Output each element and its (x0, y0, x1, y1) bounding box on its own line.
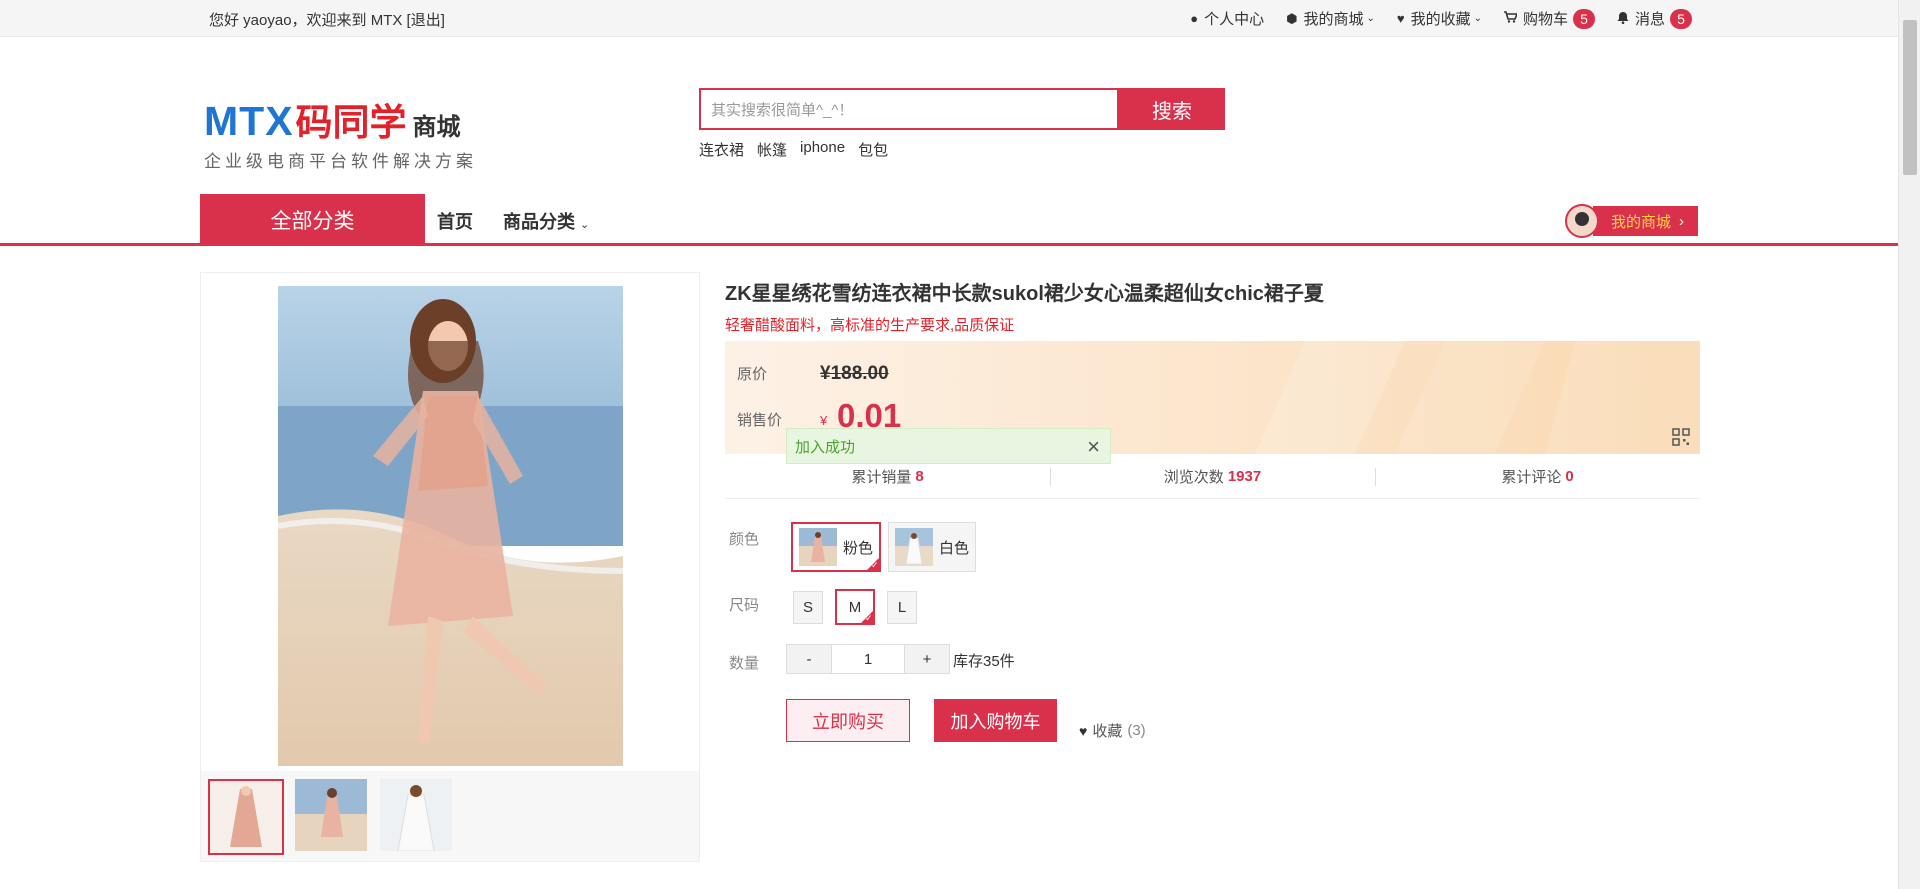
hot-keyword[interactable]: 帐篷 (757, 139, 787, 160)
heart-icon: ♥ (1396, 11, 1405, 26)
greeting-text: 您好 yaoyao，欢迎来到 MTX [退出] (209, 12, 445, 29)
product-title: ZK星星绣花雪纺连衣裙中长款sukol裙少女心温柔超仙女chic裙子夏 (725, 283, 1324, 305)
product-gallery (200, 272, 700, 862)
hot-keywords: 连衣裙 帐篷 iphone 包包 (699, 139, 901, 160)
hot-keyword[interactable]: 连衣裙 (699, 139, 744, 160)
my-mall-label: 我的商城 › (1593, 206, 1699, 236)
cart-count-badge: 5 (1572, 8, 1595, 29)
nav-home[interactable]: 首页 (437, 208, 473, 234)
color-option-label: 粉色 (843, 539, 874, 557)
color-label: 颜色 (729, 531, 760, 548)
main-nav: 全部分类 首页 商品分类 ⌄ 我的商城 › (0, 194, 1898, 246)
thumbnail-2[interactable] (295, 779, 371, 855)
page-scrollbar[interactable] (1898, 0, 1920, 889)
qr-code-icon[interactable] (1672, 428, 1690, 446)
close-icon[interactable]: × (1087, 434, 1100, 460)
quantity-input[interactable]: 1 (831, 645, 905, 673)
my-mall-button[interactable]: 我的商城 › (1565, 204, 1699, 238)
buy-now-button[interactable]: 立即购买 (786, 699, 910, 742)
cart-icon (1503, 11, 1519, 26)
logo-mtx: MTX (204, 98, 294, 144)
sale-price-label: 销售价 (737, 412, 783, 429)
color-option-white[interactable]: 白色 (888, 522, 977, 572)
thumbnail-3[interactable] (380, 779, 456, 855)
scrollbar-thumb[interactable] (1903, 20, 1917, 175)
stock-text: 库存35件 (953, 653, 1015, 670)
color-option-label: 白色 (939, 539, 970, 557)
size-option-l[interactable]: L (887, 591, 917, 624)
search-bar: 其实搜索很简单^_^！ 搜索 (699, 88, 1225, 130)
favorite-button[interactable]: ♥ 收藏 (3) (1079, 720, 1146, 741)
top-nav: ● 个人中心 ⬢ 我的商城 ⌄ ♥ 我的收藏 ⌄ 购物车 5 消息 5 (1168, 8, 1692, 29)
favorite-label: 收藏 (1092, 723, 1123, 740)
top-link-user-center[interactable]: ● 个人中心 (1190, 8, 1264, 29)
currency-symbol: ¥ (820, 413, 828, 428)
nav-categories-label: 商品分类 (503, 212, 575, 232)
user-icon: ● (1190, 11, 1199, 26)
top-link-my-mall[interactable]: ⬢ 我的商城 ⌄ (1286, 8, 1375, 29)
size-option-s[interactable]: S (793, 591, 823, 624)
chevron-down-icon: ⌄ (1366, 13, 1375, 24)
chevron-down-icon: ⌄ (580, 219, 590, 231)
thumbnail-1[interactable] (208, 779, 284, 855)
cube-icon: ⬢ (1286, 10, 1298, 26)
size-label: 尺码 (729, 597, 760, 614)
bell-icon (1617, 11, 1629, 27)
quantity-label: 数量 (729, 655, 760, 672)
chevron-right-icon: › (1679, 212, 1685, 230)
stat-reviews: 累计评论 0 (1375, 454, 1700, 498)
top-link-label: 个人中心 (1204, 11, 1265, 28)
nav-categories[interactable]: 商品分类 ⌄ (503, 208, 589, 234)
original-price-label: 原价 (737, 366, 768, 383)
site-logo[interactable]: MTX 码同学 商城 企业级电商平台软件解决方案 (204, 92, 477, 172)
top-link-label: 我的商城 (1303, 11, 1364, 28)
color-swatch-image (799, 528, 837, 566)
top-bar: 您好 yaoyao，欢迎来到 MTX [退出] ● 个人中心 ⬢ 我的商城 ⌄ … (0, 0, 1898, 37)
top-link-label: 消息 (1634, 11, 1665, 28)
selected-check-icon (866, 557, 881, 571)
color-option-pink[interactable]: 粉色 (791, 522, 882, 572)
top-link-label: 购物车 (1522, 11, 1568, 28)
success-toast: 加入成功 × (786, 428, 1111, 464)
logo-mall: 商城 (412, 114, 461, 141)
search-button[interactable]: 搜索 (1119, 88, 1225, 130)
quantity-stepper: - 1 + (786, 644, 950, 674)
add-to-cart-button[interactable]: 加入购物车 (934, 699, 1057, 742)
toast-message: 加入成功 (795, 438, 856, 456)
quantity-increase-button[interactable]: + (905, 645, 949, 673)
message-count-badge: 5 (1670, 8, 1692, 29)
chevron-down-icon: ⌄ (1473, 13, 1482, 24)
product-main-image[interactable] (278, 286, 623, 766)
top-link-cart[interactable]: 购物车 5 (1503, 8, 1595, 29)
search-input[interactable]: 其实搜索很简单^_^！ (699, 88, 1119, 130)
top-link-label: 我的收藏 (1410, 11, 1471, 28)
product-description: 轻奢醋酸面料，高标准的生产要求,品质保证 (725, 317, 1015, 334)
original-price: ¥188.00 (820, 363, 889, 384)
top-link-favorites[interactable]: ♥ 我的收藏 ⌄ (1397, 8, 1482, 29)
color-swatch-image (895, 528, 933, 566)
top-link-messages[interactable]: 消息 5 (1617, 8, 1692, 29)
logo-slogan: 企业级电商平台软件解决方案 (204, 152, 477, 171)
logo-cn: 码同学 (295, 102, 407, 143)
avatar (1565, 204, 1599, 238)
quantity-decrease-button[interactable]: - (787, 645, 831, 673)
all-categories-button[interactable]: 全部分类 (200, 194, 425, 246)
selected-check-icon (860, 610, 874, 624)
thumbnail-strip (201, 771, 699, 861)
hot-keyword[interactable]: 包包 (858, 139, 888, 160)
hot-keyword[interactable]: iphone (800, 139, 845, 160)
favorite-count: (3) (1127, 722, 1146, 739)
size-option-m[interactable]: M (835, 589, 875, 625)
heart-icon: ♥ (1079, 722, 1088, 739)
